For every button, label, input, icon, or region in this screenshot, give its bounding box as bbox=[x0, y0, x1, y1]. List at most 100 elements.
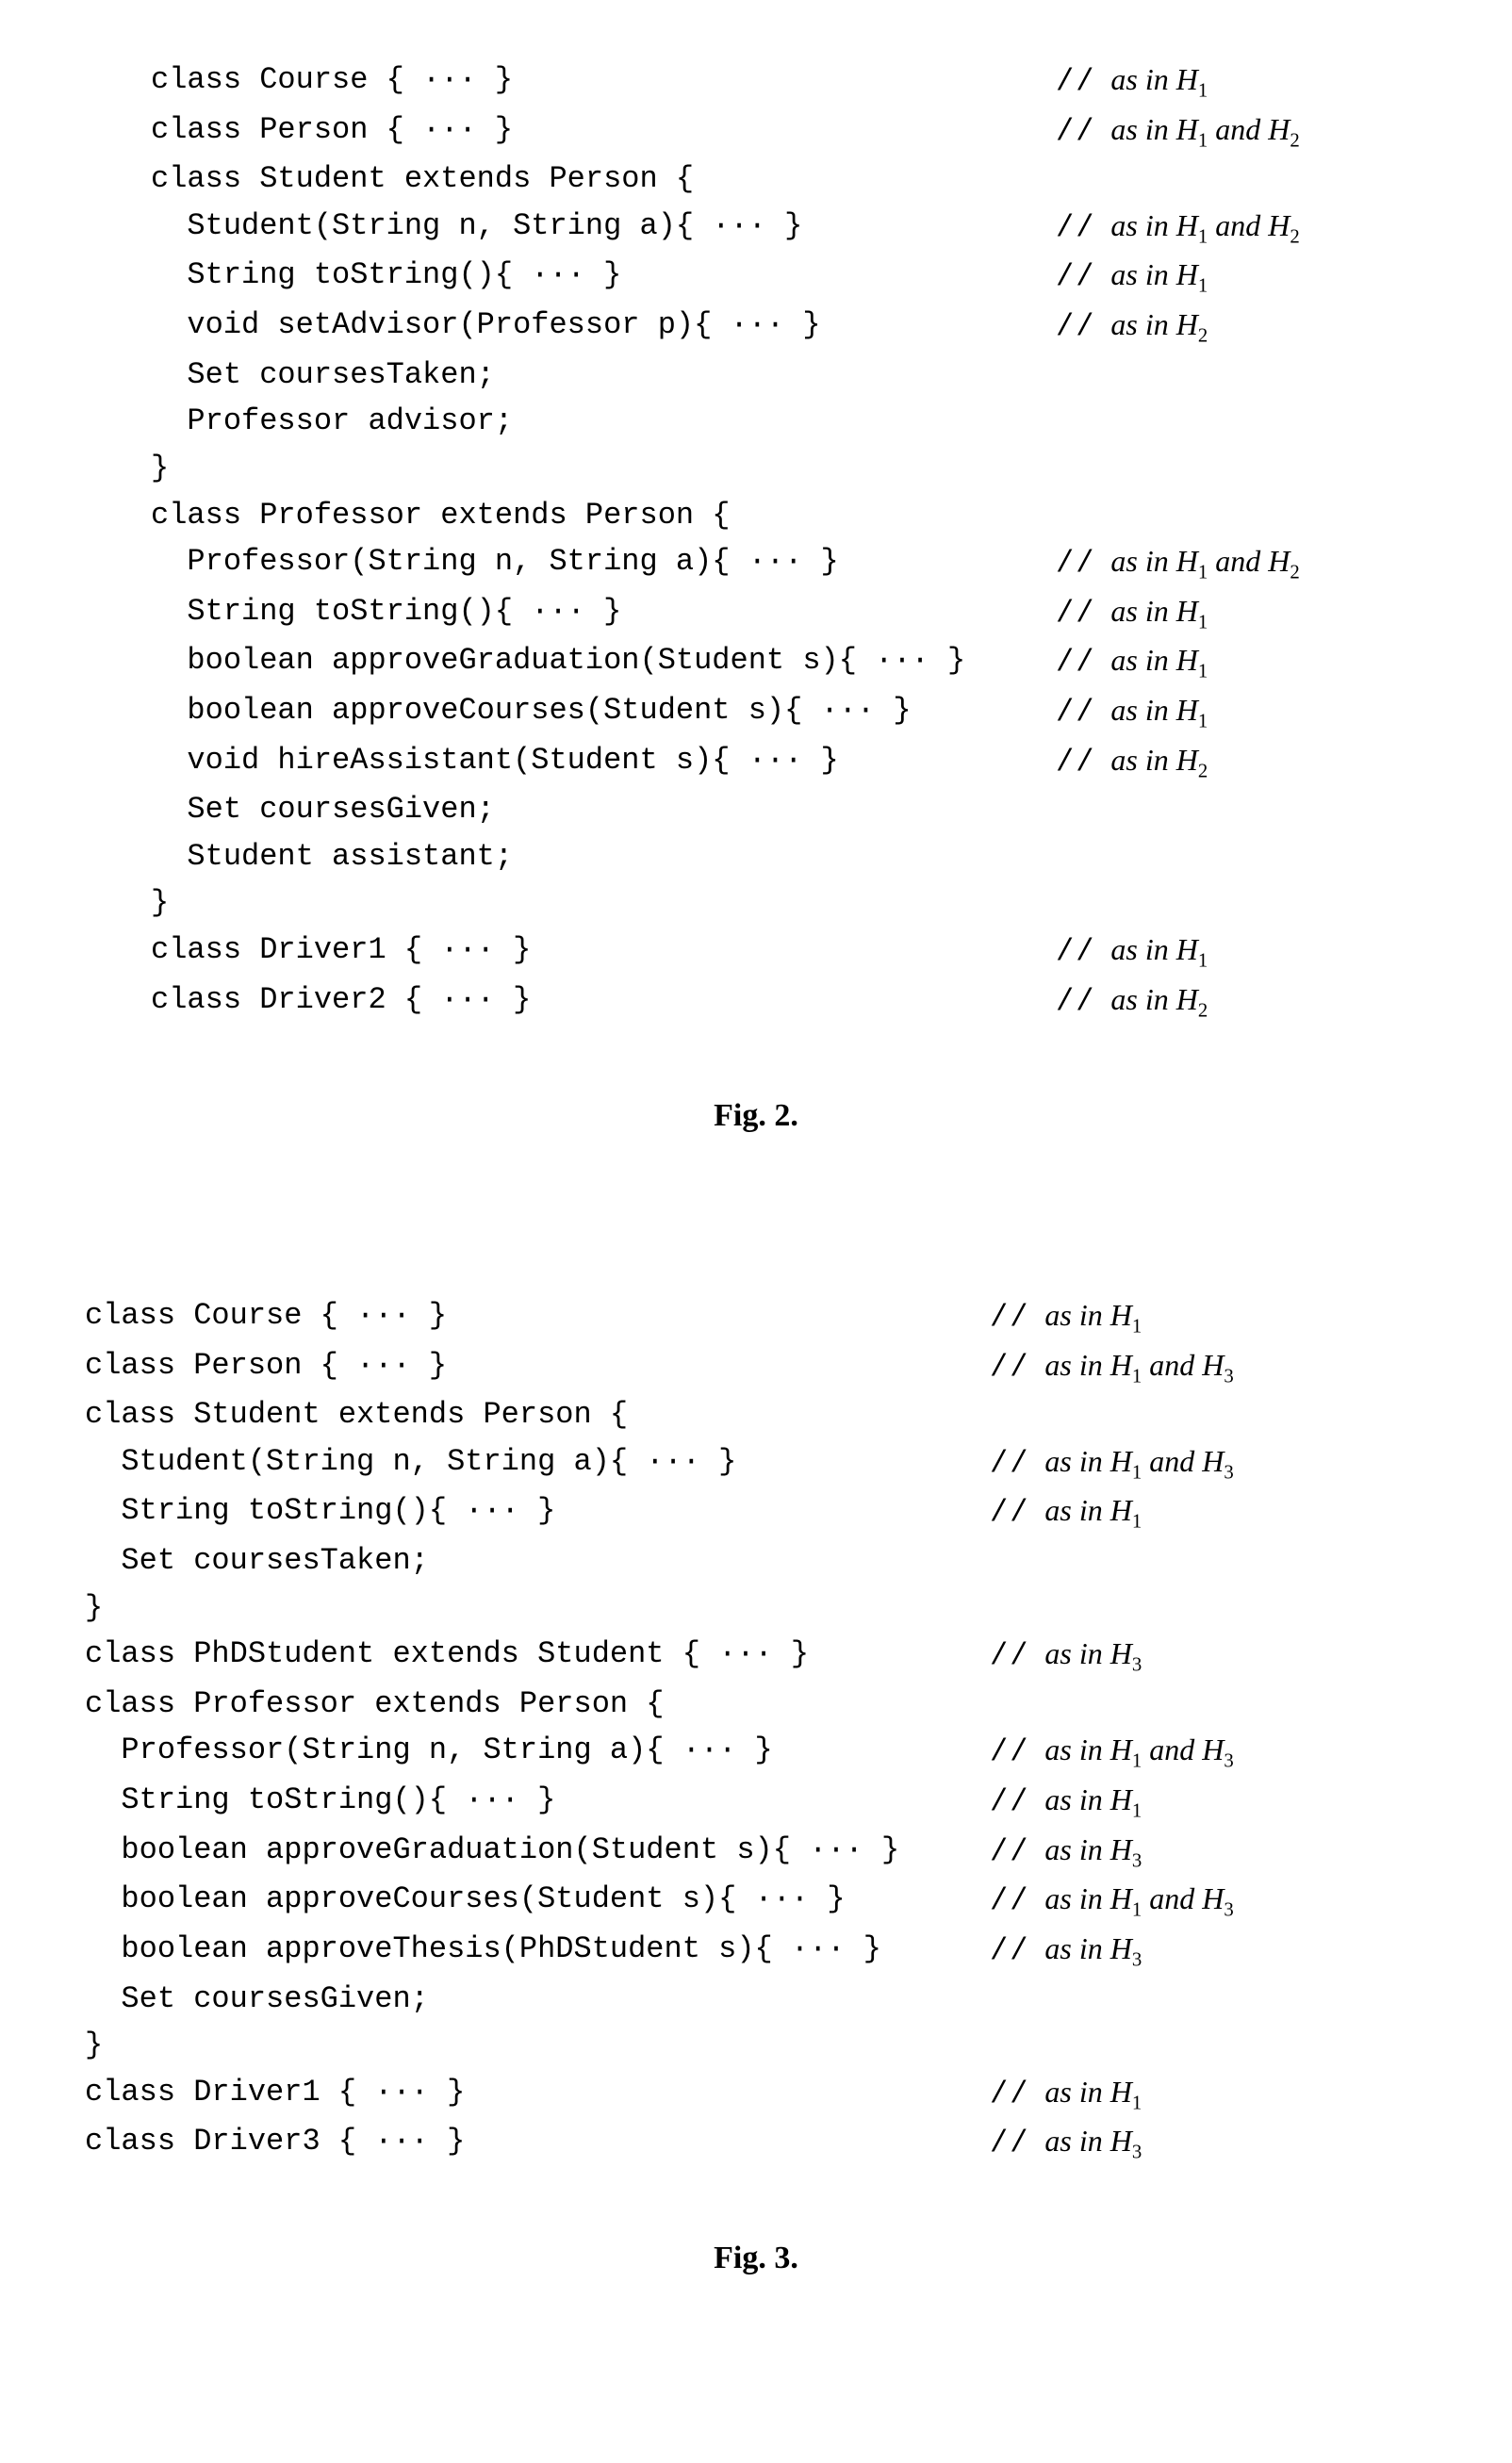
code-text: Professor advisor; bbox=[151, 398, 1056, 445]
code-text: boolean approveCourses(Student s){ ··· } bbox=[85, 1876, 990, 1926]
code-line: Set coursesTaken; bbox=[151, 352, 1427, 399]
code-text: } bbox=[85, 1585, 990, 1632]
code-line: } bbox=[151, 445, 1427, 492]
code-comment: // as in H1 bbox=[1056, 687, 1208, 737]
code-comment: // as in H1 bbox=[990, 2069, 1142, 2119]
code-text: Student assistant; bbox=[151, 833, 1056, 880]
code-line: } bbox=[151, 879, 1427, 927]
code-line: boolean approveGraduation(Student s){ ··… bbox=[151, 637, 1427, 687]
code-text: String toString(){ ··· } bbox=[85, 1777, 990, 1827]
code-line: class Course { ··· } // as in H1 bbox=[85, 1292, 1427, 1342]
code-comment: // as in H2 bbox=[1056, 302, 1208, 352]
code-text: class Professor extends Person { bbox=[85, 1681, 990, 1728]
code-text: class Person { ··· } bbox=[151, 107, 1056, 156]
code-line: class Person { ··· } // as in H1 and H2 bbox=[151, 107, 1427, 156]
figure-2-caption: Fig. 2. bbox=[85, 1092, 1427, 1141]
code-line: class PhDStudent extends Student { ··· }… bbox=[85, 1631, 1427, 1681]
code-text: void setAdvisor(Professor p){ ··· } bbox=[151, 302, 1056, 352]
code-comment: // as in H1 bbox=[1056, 252, 1208, 302]
code-comment: // as in H1 and H3 bbox=[990, 1876, 1234, 1926]
code-text: boolean approveGraduation(Student s){ ··… bbox=[151, 637, 1056, 687]
code-line: class Student extends Person { bbox=[151, 156, 1427, 203]
code-line: boolean approveCourses(Student s){ ··· }… bbox=[151, 687, 1427, 737]
figure-3-caption: Fig. 3. bbox=[85, 2234, 1427, 2284]
code-comment: // as in H1 bbox=[990, 1487, 1142, 1537]
figure-3-caption-label: Fig. 3. bbox=[714, 2241, 798, 2275]
code-text: } bbox=[151, 879, 1056, 927]
code-text: void hireAssistant(Student s){ ··· } bbox=[151, 737, 1056, 787]
code-text: class Course { ··· } bbox=[151, 57, 1056, 107]
figure-2-caption-label: Fig. 2. bbox=[714, 1098, 798, 1133]
code-comment: // as in H1 and H2 bbox=[1056, 107, 1300, 156]
code-text: Set coursesGiven; bbox=[151, 786, 1056, 833]
code-text: Professor(String n, String a){ ··· } bbox=[151, 538, 1056, 588]
code-line: String toString(){ ··· } // as in H1 bbox=[85, 1777, 1427, 1827]
code-text: class Course { ··· } bbox=[85, 1292, 990, 1342]
code-line: String toString(){ ··· } // as in H1 bbox=[85, 1487, 1427, 1537]
code-text: Student(String n, String a){ ··· } bbox=[85, 1438, 990, 1488]
code-text: String toString(){ ··· } bbox=[151, 588, 1056, 638]
code-comment: // as in H1 bbox=[1056, 927, 1208, 977]
code-comment: // as in H1 and H2 bbox=[1056, 203, 1300, 253]
code-comment: // as in H3 bbox=[990, 2118, 1142, 2168]
code-line: class Person { ··· } // as in H1 and H3 bbox=[85, 1342, 1427, 1392]
code-line: class Professor extends Person { bbox=[151, 492, 1427, 539]
code-line: class Driver1 { ··· } // as in H1 bbox=[151, 927, 1427, 977]
code-text: } bbox=[85, 2022, 990, 2069]
code-line: String toString(){ ··· } // as in H1 bbox=[151, 252, 1427, 302]
code-text: boolean approveCourses(Student s){ ··· } bbox=[151, 687, 1056, 737]
code-text: boolean approveGraduation(Student s){ ··… bbox=[85, 1827, 990, 1877]
code-line: boolean approveCourses(Student s){ ··· }… bbox=[85, 1876, 1427, 1926]
code-text: class Driver1 { ··· } bbox=[151, 927, 1056, 977]
figure-2-code-listing: class Course { ··· } // as in H1class Pe… bbox=[85, 57, 1427, 1026]
code-line: class Driver1 { ··· } // as in H1 bbox=[85, 2069, 1427, 2119]
code-line: Professor advisor; bbox=[151, 398, 1427, 445]
code-text: class Professor extends Person { bbox=[151, 492, 1056, 539]
code-text: String toString(){ ··· } bbox=[151, 252, 1056, 302]
code-comment: // as in H1 and H3 bbox=[990, 1438, 1234, 1488]
code-text: class Driver3 { ··· } bbox=[85, 2118, 990, 2168]
code-comment: // as in H3 bbox=[990, 1827, 1142, 1877]
code-text: Set coursesTaken; bbox=[151, 352, 1056, 399]
code-line: String toString(){ ··· } // as in H1 bbox=[151, 588, 1427, 638]
code-comment: // as in H1 bbox=[1056, 637, 1208, 687]
code-text: class Student extends Person { bbox=[85, 1391, 990, 1438]
code-line: Set coursesGiven; bbox=[151, 786, 1427, 833]
code-line: boolean approveThesis(PhDStudent s){ ···… bbox=[85, 1926, 1427, 1976]
code-line: class Driver3 { ··· } // as in H3 bbox=[85, 2118, 1427, 2168]
code-comment: // as in H2 bbox=[1056, 737, 1208, 787]
code-text: class Driver1 { ··· } bbox=[85, 2069, 990, 2119]
code-text: boolean approveThesis(PhDStudent s){ ···… bbox=[85, 1926, 990, 1976]
code-line: } bbox=[85, 1585, 1427, 1632]
code-text: Student(String n, String a){ ··· } bbox=[151, 203, 1056, 253]
code-line: class Professor extends Person { bbox=[85, 1681, 1427, 1728]
code-comment: // as in H1 bbox=[990, 1777, 1142, 1827]
code-line: } bbox=[85, 2022, 1427, 2069]
code-line: boolean approveGraduation(Student s){ ··… bbox=[85, 1827, 1427, 1877]
code-text: Set coursesGiven; bbox=[85, 1976, 990, 2023]
code-text: class Person { ··· } bbox=[85, 1342, 990, 1392]
code-text: Professor(String n, String a){ ··· } bbox=[85, 1727, 990, 1777]
code-text: Set coursesTaken; bbox=[85, 1537, 990, 1585]
code-line: class Driver2 { ··· } // as in H2 bbox=[151, 977, 1427, 1026]
code-text: class Student extends Person { bbox=[151, 156, 1056, 203]
code-text: class Driver2 { ··· } bbox=[151, 977, 1056, 1026]
code-comment: // as in H1 and H2 bbox=[1056, 538, 1300, 588]
code-line: class Student extends Person { bbox=[85, 1391, 1427, 1438]
code-text: String toString(){ ··· } bbox=[85, 1487, 990, 1537]
code-comment: // as in H2 bbox=[1056, 977, 1208, 1026]
code-line: class Course { ··· } // as in H1 bbox=[151, 57, 1427, 107]
code-line: Student(String n, String a){ ··· } // as… bbox=[85, 1438, 1427, 1488]
code-line: Student assistant; bbox=[151, 833, 1427, 880]
code-comment: // as in H3 bbox=[990, 1926, 1142, 1976]
code-line: Set coursesTaken; bbox=[85, 1537, 1427, 1585]
code-line: void hireAssistant(Student s){ ··· } // … bbox=[151, 737, 1427, 787]
figure-3-code-listing: class Course { ··· } // as in H1class Pe… bbox=[85, 1292, 1427, 2168]
code-comment: // as in H1 bbox=[990, 1292, 1142, 1342]
code-comment: // as in H3 bbox=[990, 1631, 1142, 1681]
code-text: class PhDStudent extends Student { ··· } bbox=[85, 1631, 990, 1681]
code-line: Professor(String n, String a){ ··· } // … bbox=[151, 538, 1427, 588]
code-line: Professor(String n, String a){ ··· } // … bbox=[85, 1727, 1427, 1777]
code-text: } bbox=[151, 445, 1056, 492]
code-line: Set coursesGiven; bbox=[85, 1976, 1427, 2023]
